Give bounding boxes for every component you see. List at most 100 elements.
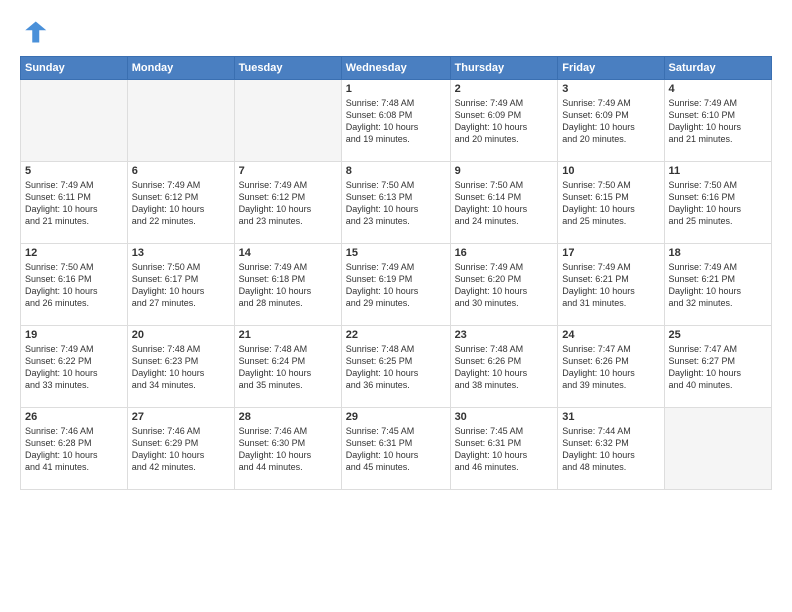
day-number: 19 bbox=[25, 329, 123, 341]
day-info: Sunrise: 7:46 AMSunset: 6:30 PMDaylight:… bbox=[239, 425, 337, 474]
day-cell: 25 Sunrise: 7:47 AMSunset: 6:27 PMDayligh… bbox=[664, 326, 771, 408]
day-info: Sunrise: 7:49 AMSunset: 6:09 PMDaylight:… bbox=[455, 97, 554, 146]
day-cell: 2 Sunrise: 7:49 AMSunset: 6:09 PMDaylight… bbox=[450, 80, 558, 162]
col-header-tuesday: Tuesday bbox=[234, 57, 341, 80]
day-number: 27 bbox=[132, 411, 230, 423]
day-number: 18 bbox=[669, 247, 767, 259]
week-row-2: 12 Sunrise: 7:50 AMSunset: 6:16 PMDayligh… bbox=[21, 244, 772, 326]
day-info: Sunrise: 7:48 AMSunset: 6:25 PMDaylight:… bbox=[346, 343, 446, 392]
day-number: 20 bbox=[132, 329, 230, 341]
logo bbox=[20, 18, 52, 46]
day-number: 7 bbox=[239, 165, 337, 177]
day-number: 8 bbox=[346, 165, 446, 177]
logo-icon bbox=[20, 18, 48, 46]
col-header-sunday: Sunday bbox=[21, 57, 128, 80]
day-number: 4 bbox=[669, 83, 767, 95]
day-info: Sunrise: 7:49 AMSunset: 6:18 PMDaylight:… bbox=[239, 261, 337, 310]
day-info: Sunrise: 7:50 AMSunset: 6:15 PMDaylight:… bbox=[562, 179, 659, 228]
day-info: Sunrise: 7:50 AMSunset: 6:13 PMDaylight:… bbox=[346, 179, 446, 228]
day-cell: 14Sunrise: 7:49 AMSunset: 6:18 PMDayligh… bbox=[234, 244, 341, 326]
day-info: Sunrise: 7:49 AMSunset: 6:21 PMDaylight:… bbox=[562, 261, 659, 310]
day-cell: 26 Sunrise: 7:46 AMSunset: 6:28 PMDayligh… bbox=[21, 408, 128, 490]
day-number: 11 bbox=[669, 165, 767, 177]
day-number: 12 bbox=[25, 247, 123, 259]
day-number: 6 bbox=[132, 165, 230, 177]
day-number: 3 bbox=[562, 83, 659, 95]
day-cell: 7Sunrise: 7:49 AMSunset: 6:12 PMDaylight… bbox=[234, 162, 341, 244]
day-number: 30 bbox=[455, 411, 554, 423]
day-cell: 8 Sunrise: 7:50 AMSunset: 6:13 PMDaylight… bbox=[341, 162, 450, 244]
day-cell: 21 Sunrise: 7:48 AMSunset: 6:24 PMDayligh… bbox=[234, 326, 341, 408]
col-header-saturday: Saturday bbox=[664, 57, 771, 80]
day-cell: 22 Sunrise: 7:48 AMSunset: 6:25 PMDayligh… bbox=[341, 326, 450, 408]
col-header-wednesday: Wednesday bbox=[341, 57, 450, 80]
day-info: Sunrise: 7:50 AMSunset: 6:17 PMDaylight:… bbox=[132, 261, 230, 310]
day-cell: 23Sunrise: 7:48 AMSunset: 6:26 PMDayligh… bbox=[450, 326, 558, 408]
day-cell: 5 Sunrise: 7:49 AMSunset: 6:11 PMDaylight… bbox=[21, 162, 128, 244]
day-info: Sunrise: 7:44 AMSunset: 6:32 PMDaylight:… bbox=[562, 425, 659, 474]
day-info: Sunrise: 7:49 AMSunset: 6:20 PMDaylight:… bbox=[455, 261, 554, 310]
day-cell: 9Sunrise: 7:50 AMSunset: 6:14 PMDaylight… bbox=[450, 162, 558, 244]
day-cell: 17 Sunrise: 7:49 AMSunset: 6:21 PMDayligh… bbox=[558, 244, 664, 326]
day-number: 25 bbox=[669, 329, 767, 341]
day-cell: 16 Sunrise: 7:49 AMSunset: 6:20 PMDayligh… bbox=[450, 244, 558, 326]
day-cell: 30 Sunrise: 7:45 AMSunset: 6:31 PMDayligh… bbox=[450, 408, 558, 490]
day-number: 28 bbox=[239, 411, 337, 423]
day-cell: 13 Sunrise: 7:50 AMSunset: 6:17 PMDayligh… bbox=[127, 244, 234, 326]
day-info: Sunrise: 7:47 AMSunset: 6:26 PMDaylight:… bbox=[562, 343, 659, 392]
day-number: 24 bbox=[562, 329, 659, 341]
day-info: Sunrise: 7:45 AMSunset: 6:31 PMDaylight:… bbox=[455, 425, 554, 474]
day-info: Sunrise: 7:48 AMSunset: 6:08 PMDaylight:… bbox=[346, 97, 446, 146]
day-info: Sunrise: 7:50 AMSunset: 6:16 PMDaylight:… bbox=[25, 261, 123, 310]
day-cell: 29 Sunrise: 7:45 AMSunset: 6:31 PMDayligh… bbox=[341, 408, 450, 490]
week-row-3: 19 Sunrise: 7:49 AMSunset: 6:22 PMDayligh… bbox=[21, 326, 772, 408]
day-info: Sunrise: 7:49 AMSunset: 6:11 PMDaylight:… bbox=[25, 179, 123, 228]
day-info: Sunrise: 7:47 AMSunset: 6:27 PMDaylight:… bbox=[669, 343, 767, 392]
day-number: 22 bbox=[346, 329, 446, 341]
day-info: Sunrise: 7:46 AMSunset: 6:29 PMDaylight:… bbox=[132, 425, 230, 474]
col-header-monday: Monday bbox=[127, 57, 234, 80]
day-info: Sunrise: 7:48 AMSunset: 6:24 PMDaylight:… bbox=[239, 343, 337, 392]
day-number: 21 bbox=[239, 329, 337, 341]
calendar-table: SundayMondayTuesdayWednesdayThursdayFrid… bbox=[20, 56, 772, 490]
day-info: Sunrise: 7:49 AMSunset: 6:21 PMDaylight:… bbox=[669, 261, 767, 310]
day-cell bbox=[127, 80, 234, 162]
day-number: 2 bbox=[455, 83, 554, 95]
day-cell: 6Sunrise: 7:49 AMSunset: 6:12 PMDaylight… bbox=[127, 162, 234, 244]
day-number: 5 bbox=[25, 165, 123, 177]
day-cell: 27 Sunrise: 7:46 AMSunset: 6:29 PMDayligh… bbox=[127, 408, 234, 490]
day-cell bbox=[664, 408, 771, 490]
day-cell: 15Sunrise: 7:49 AMSunset: 6:19 PMDayligh… bbox=[341, 244, 450, 326]
day-info: Sunrise: 7:49 AMSunset: 6:22 PMDaylight:… bbox=[25, 343, 123, 392]
header bbox=[20, 18, 772, 46]
day-number: 29 bbox=[346, 411, 446, 423]
day-info: Sunrise: 7:48 AMSunset: 6:23 PMDaylight:… bbox=[132, 343, 230, 392]
day-cell: 31 Sunrise: 7:44 AMSunset: 6:32 PMDayligh… bbox=[558, 408, 664, 490]
week-row-4: 26 Sunrise: 7:46 AMSunset: 6:28 PMDayligh… bbox=[21, 408, 772, 490]
day-cell: 1 Sunrise: 7:48 AMSunset: 6:08 PMDaylight… bbox=[341, 80, 450, 162]
day-cell: 12 Sunrise: 7:50 AMSunset: 6:16 PMDayligh… bbox=[21, 244, 128, 326]
day-number: 9 bbox=[455, 165, 554, 177]
col-header-thursday: Thursday bbox=[450, 57, 558, 80]
day-info: Sunrise: 7:46 AMSunset: 6:28 PMDaylight:… bbox=[25, 425, 123, 474]
day-number: 26 bbox=[25, 411, 123, 423]
day-info: Sunrise: 7:50 AMSunset: 6:16 PMDaylight:… bbox=[669, 179, 767, 228]
day-info: Sunrise: 7:45 AMSunset: 6:31 PMDaylight:… bbox=[346, 425, 446, 474]
day-number: 13 bbox=[132, 247, 230, 259]
day-number: 31 bbox=[562, 411, 659, 423]
day-cell: 3Sunrise: 7:49 AMSunset: 6:09 PMDaylight… bbox=[558, 80, 664, 162]
day-cell: 10 Sunrise: 7:50 AMSunset: 6:15 PMDayligh… bbox=[558, 162, 664, 244]
day-number: 16 bbox=[455, 247, 554, 259]
day-cell: 28 Sunrise: 7:46 AMSunset: 6:30 PMDayligh… bbox=[234, 408, 341, 490]
col-header-friday: Friday bbox=[558, 57, 664, 80]
day-cell: 19 Sunrise: 7:49 AMSunset: 6:22 PMDayligh… bbox=[21, 326, 128, 408]
day-cell: 18 Sunrise: 7:49 AMSunset: 6:21 PMDayligh… bbox=[664, 244, 771, 326]
day-number: 1 bbox=[346, 83, 446, 95]
day-number: 10 bbox=[562, 165, 659, 177]
day-number: 23 bbox=[455, 329, 554, 341]
day-cell bbox=[21, 80, 128, 162]
day-cell: 11 Sunrise: 7:50 AMSunset: 6:16 PMDayligh… bbox=[664, 162, 771, 244]
day-cell: 24 Sunrise: 7:47 AMSunset: 6:26 PMDayligh… bbox=[558, 326, 664, 408]
week-row-0: 1 Sunrise: 7:48 AMSunset: 6:08 PMDaylight… bbox=[21, 80, 772, 162]
day-number: 17 bbox=[562, 247, 659, 259]
